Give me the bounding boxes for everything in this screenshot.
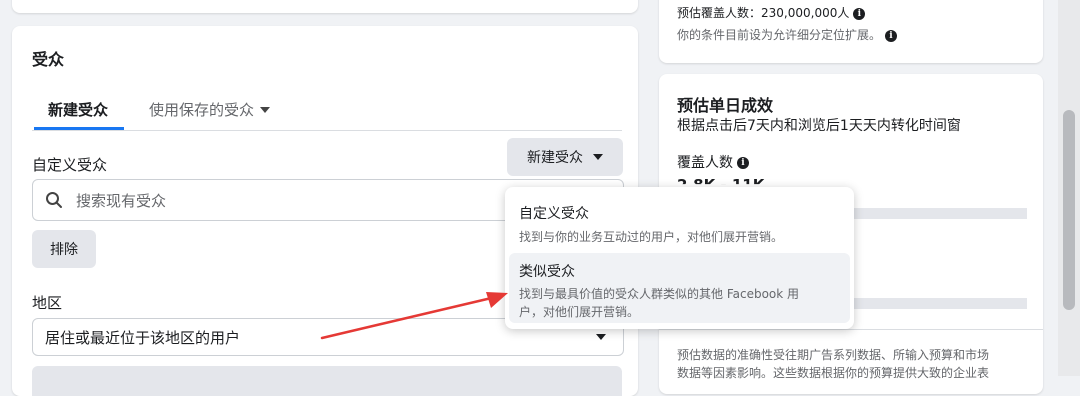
new-audience-button[interactable]: 新建受众 xyxy=(507,138,623,176)
location-select-value: 居住或最近位于该地区的用户 xyxy=(45,329,241,347)
new-audience-button-label: 新建受众 xyxy=(527,150,583,166)
menu-item-lookalike-audience-desc-2: 户，对他们展开营销。 xyxy=(519,305,640,319)
location-list-partial xyxy=(32,366,622,396)
daily-reach-label: 覆盖人数 xyxy=(677,155,733,171)
estimated-reach-value: 230,000,000人 xyxy=(761,6,850,20)
menu-item-custom-audience-desc: 找到与你的业务互动过的用户，对他们展开营销。 xyxy=(519,230,784,244)
chevron-down-icon xyxy=(596,334,606,340)
estimated-reach-label: 预估覆盖人数： xyxy=(677,6,762,20)
daily-results-title: 预估单日成效 xyxy=(677,96,774,115)
reach-note: 你的条件目前设为允许细分定位扩展。 i xyxy=(677,26,898,43)
scrollbar-thumb[interactable] xyxy=(1063,110,1075,310)
menu-item-custom-audience[interactable]: 自定义受众 找到与你的业务互动过的用户，对他们展开营销。 xyxy=(509,193,850,251)
footer-line-1: 预估数据的准确性受往期广告系列数据、所输入预算和市场 xyxy=(677,348,990,362)
custom-audience-label: 自定义受众 xyxy=(32,156,108,174)
tabs-divider xyxy=(32,130,622,131)
footer-line-2: 数据等因素影响。这些数据根据你的预算提供大致的企业表 xyxy=(677,366,990,380)
search-placeholder: 搜索现有受众 xyxy=(76,192,167,210)
tab-new-audience[interactable]: 新建受众 xyxy=(48,99,108,120)
chevron-down-icon xyxy=(593,154,603,160)
tab-saved-audience-label: 使用保存的受众 xyxy=(149,101,255,119)
reach-note-text: 你的条件目前设为允许细分定位扩展。 xyxy=(677,28,882,42)
daily-results-subtitle: 根据点击后7天内和浏览后1天天内转化时间窗 xyxy=(677,118,961,134)
reach-card: 预估覆盖人数：230,000,000人 i 你的条件目前设为允许细分定位扩展。 i xyxy=(659,0,1043,63)
info-icon[interactable]: i xyxy=(885,29,898,42)
menu-item-lookalike-audience-desc-1: 找到与最具价值的受众人群类似的其他 Facebook 用 xyxy=(519,287,800,301)
audience-title: 受众 xyxy=(32,50,65,69)
menu-item-custom-audience-title: 自定义受众 xyxy=(519,206,589,222)
search-icon xyxy=(46,192,62,208)
info-icon[interactable]: i xyxy=(737,157,749,169)
new-audience-dropdown: 自定义受众 找到与你的业务互动过的用户，对他们展开营销。 类似受众 找到与最具价… xyxy=(505,187,854,329)
estimated-reach-row: 预估覆盖人数：230,000,000人 i xyxy=(677,4,866,21)
info-icon[interactable]: i xyxy=(853,7,866,20)
chevron-down-icon xyxy=(260,106,271,113)
daily-reach-label-row: 覆盖人数 i xyxy=(677,152,749,172)
exclude-button[interactable]: 排除 xyxy=(32,230,96,268)
card-divider xyxy=(659,329,1043,330)
results-range-bar xyxy=(839,298,1027,309)
tab-saved-audience[interactable]: 使用保存的受众 xyxy=(149,99,271,120)
menu-item-lookalike-audience[interactable]: 类似受众 找到与最具价值的受众人群类似的其他 Facebook 用 户，对他们展… xyxy=(509,253,850,323)
location-label: 地区 xyxy=(32,294,63,312)
reach-range-bar xyxy=(839,208,1027,219)
menu-item-lookalike-audience-title: 类似受众 xyxy=(519,264,575,280)
top-card-partial xyxy=(12,0,638,13)
